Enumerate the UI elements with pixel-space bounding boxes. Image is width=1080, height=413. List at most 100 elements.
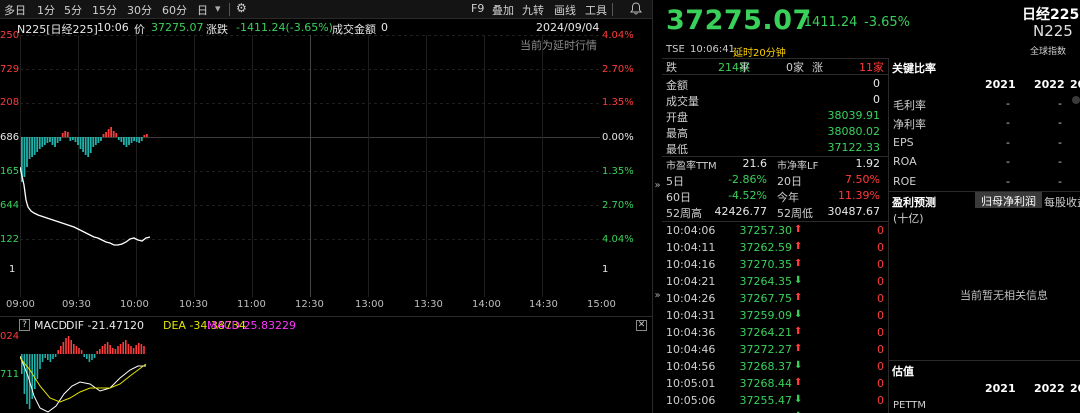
macd-bar <box>125 340 127 354</box>
index-code: N225 <box>1033 22 1073 40</box>
divider <box>662 74 888 75</box>
tab-5min[interactable]: 5分 <box>64 2 82 18</box>
tab-multi-day[interactable]: 多日 <box>4 2 26 18</box>
trade-row: 10:04:56 37268.37 ⬇ 0 <box>666 360 884 377</box>
macd-bar <box>44 354 46 358</box>
trade-time: 10:05:06 <box>666 394 716 407</box>
scroll-indicator[interactable] <box>1072 96 1080 104</box>
nine-turn-button[interactable]: 九转 <box>522 2 544 18</box>
tab-net-profit[interactable]: 归母净利润 <box>975 192 1042 208</box>
ratio-row-label: 毛利率 <box>893 99 926 112</box>
volume-bar <box>143 135 146 137</box>
x-axis-label: 10:30 <box>179 299 208 310</box>
lo52-value: 30487.67 <box>827 205 881 218</box>
close-icon[interactable]: ✕ <box>636 320 647 331</box>
chart-toolbar: 多日 1分 5分 15分 30分 60分 日 ▾ ⚙ F9 叠加 九转 画线 工… <box>0 0 652 19</box>
macd-bar <box>109 345 111 354</box>
trade-price: 37270.35 <box>739 258 793 271</box>
info-price: 37275.07 <box>151 21 204 34</box>
trade-volume: 0 <box>877 224 884 237</box>
stat-value: 0 <box>873 77 880 90</box>
trade-price: 37272.27 <box>739 343 793 356</box>
volume-bar <box>64 131 67 137</box>
volume-bar <box>117 137 120 140</box>
tab-30min[interactable]: 30分 <box>127 2 152 18</box>
macd-chart[interactable] <box>20 336 600 413</box>
stat-value: 0 <box>873 93 880 106</box>
quote-change-pct: -3.65% <box>864 15 910 30</box>
x-axis-label: 11:00 <box>237 299 266 310</box>
f9-button[interactable]: F9 <box>471 2 484 15</box>
global-index-link[interactable]: 全球指数 <box>1030 44 1066 57</box>
up-count: 11家 <box>859 61 884 74</box>
stat-label: 最高 <box>666 127 688 140</box>
dea-line <box>20 357 147 403</box>
macd-bar <box>132 348 135 354</box>
trade-row: 10:04:31 37259.09 ⬇ 0 <box>666 309 884 326</box>
trade-row: 10:04:36 37264.21 ⬆ 0 <box>666 326 884 343</box>
stat-value: 38080.02 <box>827 125 881 138</box>
ratio-value: - <box>1006 136 1010 149</box>
volume-bar <box>43 137 46 145</box>
expand-icon[interactable]: » <box>653 180 662 191</box>
volume-bar <box>36 137 39 152</box>
expand-icon[interactable]: » <box>653 290 662 301</box>
macd-dif: DIF -21.47120 <box>66 319 144 332</box>
trade-time: 10:04:31 <box>666 309 716 322</box>
arrow-up-icon: ⬆ <box>794 258 803 269</box>
draw-line-button[interactable]: 画线 <box>554 2 576 18</box>
volume-bars <box>21 127 148 182</box>
right-axis-label: 2.70% <box>602 64 634 75</box>
help-icon[interactable]: ? <box>19 319 30 331</box>
arrow-up-icon: ⬆ <box>794 224 803 235</box>
trade-time: 10:04:21 <box>666 275 716 288</box>
macd-bar <box>78 348 80 354</box>
trade-price: 37262.59 <box>739 241 793 254</box>
tab-daily[interactable]: 日 <box>197 2 208 18</box>
period-dropdown-icon[interactable]: ▾ <box>215 2 221 15</box>
toolbar-divider <box>612 3 613 16</box>
trade-price: 37267.75 <box>739 292 793 305</box>
macd-bar <box>130 346 132 354</box>
year-header: 2022 <box>1034 382 1065 395</box>
arrow-down-icon: ⬇ <box>794 275 803 286</box>
x-axis-label: 09:30 <box>62 299 91 310</box>
volume-bar <box>26 137 28 167</box>
tab-1min[interactable]: 1分 <box>37 2 55 18</box>
quote-price: 37275.07 <box>666 5 812 36</box>
left-axis-label: 165 <box>0 166 20 177</box>
macd-bar <box>26 354 28 404</box>
arrow-down-icon: ⬇ <box>794 394 803 405</box>
hi52-label: 52周高 <box>666 207 702 220</box>
macd-bar <box>80 350 83 354</box>
overlay-button[interactable]: 叠加 <box>492 2 514 18</box>
settings-icon[interactable]: ⚙ <box>236 1 247 15</box>
info-time: 10:06 <box>97 21 129 34</box>
intraday-chart[interactable] <box>20 35 600 297</box>
tools-button[interactable]: 工具 <box>585 2 607 18</box>
macd-bar <box>21 354 23 374</box>
volume-bar <box>97 137 100 143</box>
volume-bar <box>100 137 102 141</box>
bell-icon[interactable] <box>630 2 642 18</box>
macd-bar <box>49 354 52 362</box>
right-axis-label: 4.04% <box>602 234 634 245</box>
tab-60min[interactable]: 60分 <box>162 2 187 18</box>
macd-axis-label: 024 <box>0 331 20 342</box>
volume-bar <box>84 137 87 155</box>
stat-label: 成交量 <box>666 95 699 108</box>
trade-time: 10:04:36 <box>666 326 716 339</box>
lo52-label: 52周低 <box>777 207 813 220</box>
tab-15min[interactable]: 15分 <box>92 2 117 18</box>
exchange-label: TSE <box>666 44 685 55</box>
arrow-up-icon: ⬆ <box>794 292 803 303</box>
macd-bar <box>143 346 145 354</box>
trade-volume: 0 <box>877 326 884 339</box>
tab-eps[interactable]: 每股收益 <box>1044 194 1080 210</box>
left-axis-label: 644 <box>0 200 20 211</box>
macd-bar <box>119 344 122 354</box>
volume-bar <box>94 137 97 145</box>
right-axis-label: 1.35% <box>602 166 634 177</box>
macd-bar <box>104 344 106 354</box>
left-axis-label: 686 <box>0 132 20 143</box>
